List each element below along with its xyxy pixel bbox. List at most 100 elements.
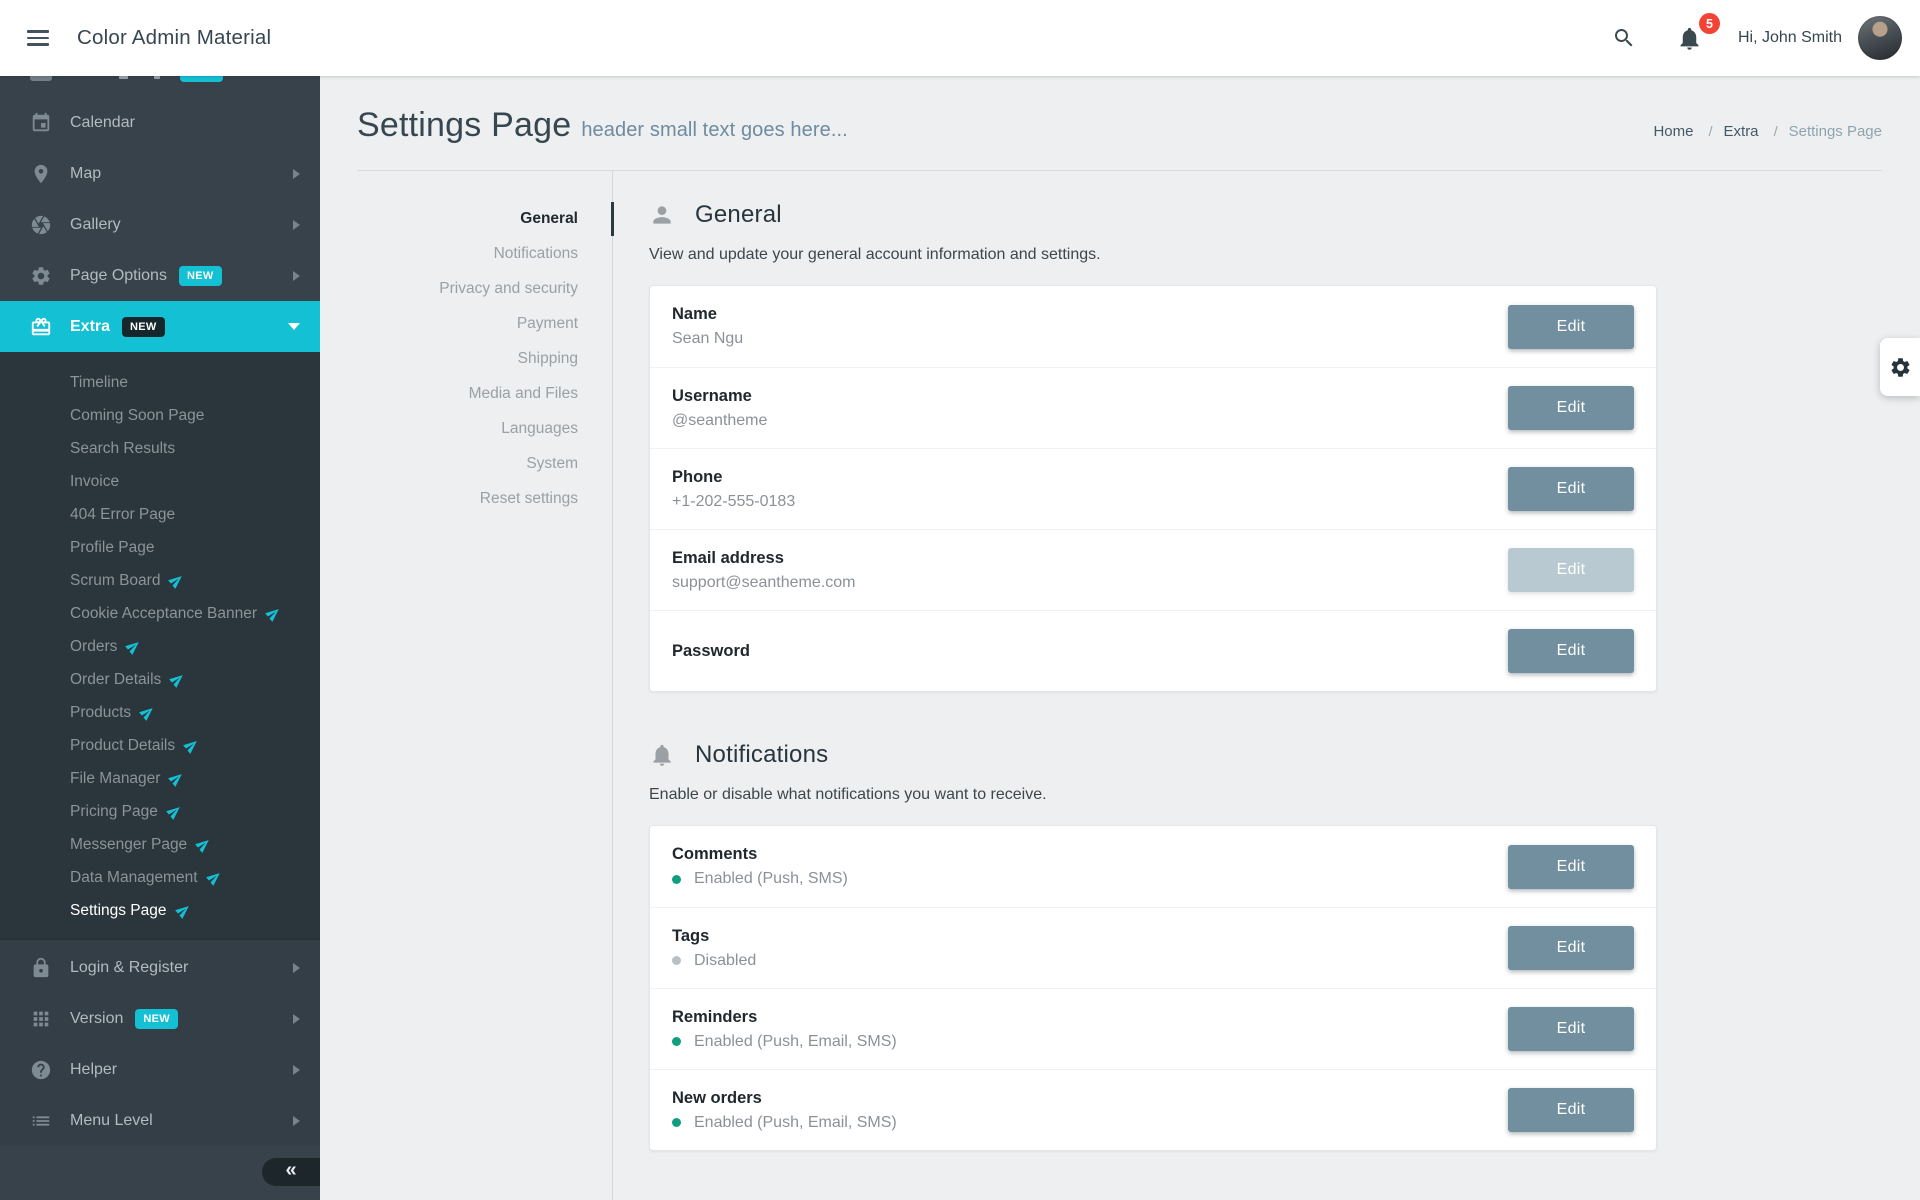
chevron-right-icon: [293, 169, 300, 179]
edit-button[interactable]: Edit: [1508, 305, 1634, 349]
submenu-item-label: Products: [70, 704, 131, 722]
row-label: Comments: [672, 845, 1508, 864]
sidebar-subitem-data-management[interactable]: Data Management: [0, 861, 320, 894]
search-button[interactable]: [1602, 16, 1646, 60]
sidebar-item-version[interactable]: Version NEW: [0, 993, 320, 1044]
menu-item-icon: [30, 316, 52, 338]
app-header: Color Admin Material 5 Hi, John Smith: [0, 0, 1920, 76]
submenu-item-label: Coming Soon Page: [70, 407, 204, 425]
sidebar-subitem-invoice[interactable]: Invoice: [0, 465, 320, 498]
sidebar-item-menu-level[interactable]: Menu Level: [0, 1095, 320, 1146]
sidebar-subitem-orders[interactable]: Orders: [0, 630, 320, 663]
submenu-item-label: Profile Page: [70, 539, 154, 557]
settings-nav-shipping[interactable]: Shipping: [320, 341, 578, 376]
sidebar-item-calendar[interactable]: Calendar: [0, 97, 320, 148]
menu-item-icon: [30, 957, 52, 979]
menu-item-label: Helper: [70, 1061, 117, 1079]
menu-item-label: Login & Register: [70, 959, 188, 977]
breadcrumb-item[interactable]: Extra: [1698, 123, 1759, 140]
status-dot: [672, 956, 681, 965]
page-head: Settings Pageheader small text goes here…: [320, 76, 1920, 145]
menu-item-label: Map: [70, 165, 101, 183]
sidebar-item-extra[interactable]: Extra NEW: [0, 301, 320, 352]
person-icon: [649, 202, 675, 228]
chevron-right-icon: [293, 1116, 300, 1126]
clipped-menu-item[interactable]: [0, 76, 320, 82]
sidebar-subitem-messenger-page[interactable]: Messenger Page: [0, 828, 320, 861]
sidebar-collapse-button[interactable]: [262, 1158, 320, 1186]
sidebar-subitem-cookie-acceptance-banner[interactable]: Cookie Acceptance Banner: [0, 597, 320, 630]
chevron-right-icon: [293, 220, 300, 230]
chevron-right-icon: [293, 271, 300, 281]
edit-button[interactable]: Edit: [1508, 1007, 1634, 1051]
menu-item-icon: [30, 163, 52, 185]
sidebar-subitem-settings-page[interactable]: Settings Page: [0, 894, 320, 927]
edit-button[interactable]: Edit: [1508, 629, 1634, 673]
edit-button[interactable]: Edit: [1508, 926, 1634, 970]
new-badge: NEW: [122, 317, 165, 337]
settings-nav-payment[interactable]: Payment: [320, 306, 578, 341]
theme-settings-button[interactable]: [1880, 338, 1920, 396]
sidebar-subitem-profile-page[interactable]: Profile Page: [0, 531, 320, 564]
sidebar-item-login-register[interactable]: Login & Register: [0, 942, 320, 993]
edit-button[interactable]: Edit: [1508, 548, 1634, 592]
sidebar-subitem-scrum-board[interactable]: Scrum Board: [0, 564, 320, 597]
sidebar-subitem-timeline[interactable]: Timeline: [0, 366, 320, 399]
new-badge: [180, 76, 223, 82]
sidebar-subitem-search-results[interactable]: Search Results: [0, 432, 320, 465]
screen: Color Admin Material 5 Hi, John Smith: [0, 0, 1920, 1200]
submenu-item-label: Pricing Page: [70, 803, 158, 821]
status-text: Enabled (Push, Email, SMS): [694, 1114, 897, 1132]
edit-button[interactable]: Edit: [1508, 845, 1634, 889]
status-text: Enabled (Push, SMS): [694, 870, 848, 888]
settings-nav-media-and-files[interactable]: Media and Files: [320, 376, 578, 411]
section-title: General: [695, 201, 782, 229]
settings-nav-reset-settings[interactable]: Reset settings: [320, 481, 578, 516]
menu-item-icon: [30, 1059, 52, 1081]
sidebar-item-page-options[interactable]: Page Options NEW: [0, 250, 320, 301]
app-title: Color Admin Material: [77, 26, 271, 50]
settings-row: Comments Enabled (Push, SMS) Edit: [650, 826, 1656, 907]
edit-button[interactable]: Edit: [1508, 1088, 1634, 1132]
user-greeting[interactable]: Hi, John Smith: [1738, 29, 1842, 47]
sidebar-subitem-order-details[interactable]: Order Details: [0, 663, 320, 696]
menu-item-icon: [30, 1110, 52, 1132]
sidebar-subitem-products[interactable]: Products: [0, 696, 320, 729]
header-right: 5 Hi, John Smith: [1602, 16, 1902, 60]
submenu-item-label: Invoice: [70, 473, 119, 491]
settings-nav-system[interactable]: System: [320, 446, 578, 481]
send-icon: [263, 603, 284, 624]
settings-nav-privacy-and-security[interactable]: Privacy and security: [320, 271, 578, 306]
submenu-item-label: File Manager: [70, 770, 160, 788]
settings-row: Password Edit: [650, 610, 1656, 691]
new-badge: NEW: [179, 266, 222, 286]
edit-button[interactable]: Edit: [1508, 467, 1634, 511]
settings-nav-notifications[interactable]: Notifications: [320, 236, 578, 271]
settings-row: New orders Enabled (Push, Email, SMS) Ed…: [650, 1069, 1656, 1150]
menu-item-icon: [30, 214, 52, 236]
breadcrumb-item[interactable]: Home: [1653, 123, 1693, 140]
sidebar-subitem-file-manager[interactable]: File Manager: [0, 762, 320, 795]
sidebar-item-map[interactable]: Map: [0, 148, 320, 199]
submenu-item-label: Timeline: [70, 374, 128, 392]
avatar[interactable]: [1858, 16, 1902, 60]
sidebar-subitem-404-error-page[interactable]: 404 Error Page: [0, 498, 320, 531]
notifications-button[interactable]: 5: [1668, 16, 1712, 60]
sidebar-subitem-product-details[interactable]: Product Details: [0, 729, 320, 762]
edit-button[interactable]: Edit: [1508, 386, 1634, 430]
row-label: Password: [672, 642, 1508, 661]
sidebar-subitem-coming-soon-page[interactable]: Coming Soon Page: [0, 399, 320, 432]
breadcrumb-item: Settings Page: [1763, 123, 1882, 140]
clipped-menu-icon: [30, 76, 52, 81]
row-value: +1-202-555-0183: [672, 493, 1508, 511]
settings-nav-languages[interactable]: Languages: [320, 411, 578, 446]
extra-submenu: Timeline Coming Soon Page Search Results…: [0, 352, 320, 939]
sidebar-item-helper[interactable]: Helper: [0, 1044, 320, 1095]
sidebar-subitem-pricing-page[interactable]: Pricing Page: [0, 795, 320, 828]
sidebar-item-gallery[interactable]: Gallery: [0, 199, 320, 250]
menu-icon[interactable]: [27, 30, 49, 46]
settings-nav-general[interactable]: General: [320, 201, 578, 236]
settings-row: Name Sean Ngu Edit: [650, 286, 1656, 367]
submenu-item-label: Orders: [70, 638, 117, 656]
chevron-right-icon: [293, 963, 300, 973]
